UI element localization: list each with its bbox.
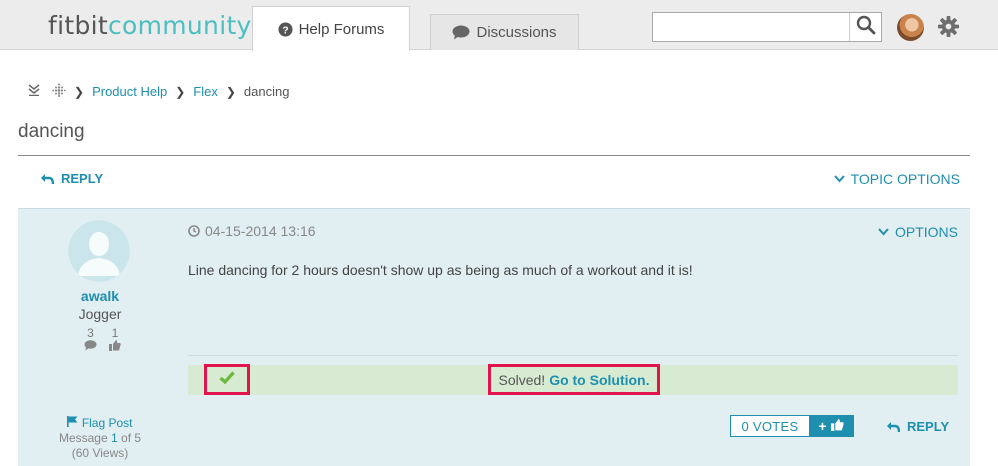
question-circle-icon: ? bbox=[278, 21, 293, 37]
speech-bubble-icon bbox=[452, 25, 470, 40]
go-to-solution-link[interactable]: Go to Solution. bbox=[549, 372, 649, 388]
author-name[interactable]: awalk bbox=[18, 288, 182, 304]
search-box bbox=[652, 12, 882, 42]
search-icon bbox=[856, 15, 876, 40]
accepted-solution-marker bbox=[204, 364, 250, 395]
tab-discussions-label: Discussions bbox=[476, 24, 557, 41]
default-user-icon bbox=[68, 220, 130, 282]
checkmark-icon bbox=[219, 370, 235, 389]
post-body: Line dancing for 2 hours doesn't show up… bbox=[188, 262, 693, 278]
topic-options-dropdown[interactable]: TOPIC OPTIONS bbox=[833, 171, 960, 187]
page-title: dancing bbox=[18, 121, 85, 142]
author-avatar[interactable] bbox=[68, 220, 130, 282]
reply-arrow-icon bbox=[40, 173, 54, 185]
clock-icon bbox=[188, 225, 200, 237]
top-navigation-bar: fitbitcommunity ? Help Forums Discussion… bbox=[0, 0, 998, 51]
kudos-count: 1 bbox=[111, 326, 119, 340]
search-input[interactable] bbox=[657, 14, 847, 40]
title-divider bbox=[18, 155, 970, 156]
tab-help-forums[interactable]: ? Help Forums bbox=[252, 6, 410, 51]
upvote-button[interactable]: + bbox=[809, 416, 853, 436]
chevron-right-icon: ❯ bbox=[225, 84, 236, 99]
view-count: (60 Views) bbox=[71, 446, 129, 460]
chevron-down-icon bbox=[878, 228, 889, 236]
chevron-right-icon: ❯ bbox=[74, 84, 85, 99]
fitbit-dots-icon[interactable] bbox=[52, 83, 66, 100]
post-count: 3 bbox=[87, 326, 94, 340]
breadcrumb-current: dancing bbox=[243, 84, 290, 99]
svg-text:?: ? bbox=[282, 25, 288, 36]
gear-icon bbox=[937, 15, 960, 42]
tab-discussions[interactable]: Discussions bbox=[430, 14, 579, 50]
reply-button[interactable]: REPLY bbox=[40, 171, 103, 186]
collapse-arrow-icon[interactable] bbox=[28, 84, 40, 99]
post-divider bbox=[188, 355, 958, 356]
post-options-dropdown[interactable]: OPTIONS bbox=[878, 224, 958, 240]
message-position: Message 1 of 5 bbox=[58, 431, 142, 445]
user-avatar[interactable] bbox=[897, 14, 924, 41]
search-button[interactable] bbox=[849, 13, 881, 41]
forum-post: awalk Jogger 3 1 04-15-2014 13:16 OPTION… bbox=[18, 208, 970, 466]
reply-arrow-icon bbox=[886, 421, 900, 433]
flag-post-link[interactable]: Flag Post bbox=[18, 416, 182, 430]
author-stats: 3 1 bbox=[84, 326, 121, 354]
settings-button[interactable] bbox=[937, 15, 960, 43]
comment-icon bbox=[84, 340, 97, 354]
author-rank: Jogger bbox=[78, 306, 122, 322]
solved-label: Solved! bbox=[498, 371, 546, 388]
fitbit-community-logo[interactable]: fitbitcommunity bbox=[48, 11, 252, 40]
breadcrumb-flex[interactable]: Flex bbox=[193, 84, 218, 99]
solved-notice: Solved! Go to Solution. bbox=[488, 364, 660, 395]
chevron-right-icon: ❯ bbox=[175, 84, 186, 99]
solved-banner: Solved! Go to Solution. bbox=[188, 364, 958, 395]
vote-widget: 0 VOTES + bbox=[730, 415, 854, 437]
thumbs-up-icon bbox=[109, 340, 121, 354]
thumbs-up-icon bbox=[830, 418, 844, 434]
vote-count: 0 VOTES bbox=[731, 416, 809, 436]
post-date: 04-15-2014 13:16 bbox=[188, 223, 316, 239]
chevron-down-icon bbox=[833, 175, 845, 183]
flag-icon bbox=[67, 416, 78, 430]
tab-help-forums-label: Help Forums bbox=[298, 20, 385, 38]
breadcrumb: ❯ Product Help ❯ Flex ❯ dancing bbox=[28, 83, 289, 100]
breadcrumb-product-help[interactable]: Product Help bbox=[92, 84, 167, 99]
post-reply-button[interactable]: REPLY bbox=[886, 419, 949, 434]
